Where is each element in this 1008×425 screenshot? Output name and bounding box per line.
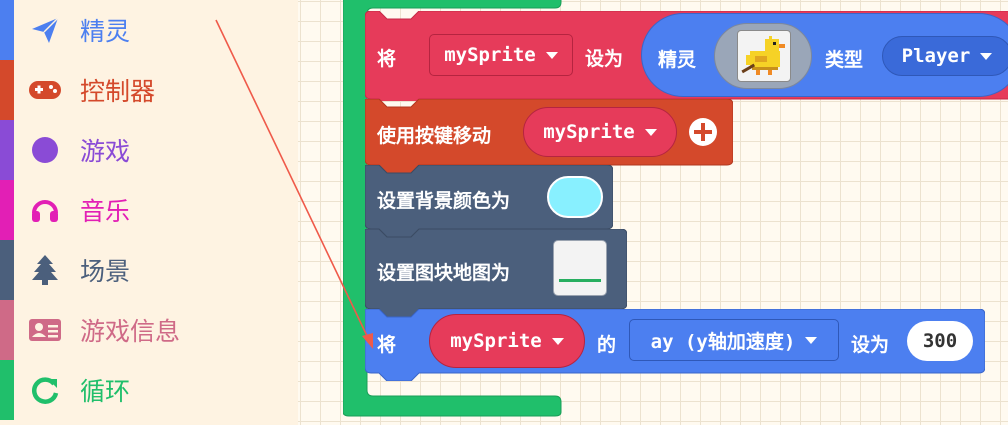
refresh-icon bbox=[28, 373, 62, 407]
category-color-stripe bbox=[0, 360, 14, 420]
variable-dropdown[interactable]: mySprite bbox=[429, 34, 573, 76]
workspace[interactable]: 将 mySprite 设为 精灵 类型 Player 使用按键移动 mySpri… bbox=[298, 0, 1008, 425]
category-color-stripe bbox=[0, 180, 14, 240]
value-text: 300 bbox=[922, 330, 958, 352]
chevron-down-icon bbox=[644, 128, 657, 136]
chevron-down-icon bbox=[551, 337, 564, 345]
chevron-down-icon bbox=[805, 336, 818, 344]
category-label: 控制器 bbox=[80, 77, 156, 106]
circle-icon bbox=[28, 133, 62, 167]
tilemap-picker[interactable] bbox=[553, 240, 607, 296]
property-dropdown[interactable]: ay (y轴加速度) bbox=[629, 319, 839, 361]
tree-icon bbox=[28, 253, 62, 287]
category-label: 音乐 bbox=[80, 197, 131, 226]
set-to-label: 设为 bbox=[585, 48, 624, 70]
block-keyword: 将 bbox=[377, 334, 397, 356]
duck-sprite-image bbox=[737, 30, 791, 82]
kind-dropdown[interactable]: Player bbox=[882, 36, 1008, 76]
category-label: 精灵 bbox=[80, 17, 131, 46]
category-scene[interactable]: 场景 bbox=[0, 240, 298, 300]
category-label: 游戏 bbox=[80, 137, 131, 166]
toolbox: 精灵 控制器 游戏 音乐 场景 游戏信息 循环 bbox=[0, 0, 298, 425]
category-controller[interactable]: 控制器 bbox=[0, 60, 298, 120]
variable-dropdown[interactable]: mySprite bbox=[523, 107, 677, 157]
set-sprite-block[interactable]: 将 mySprite 设为 精灵 类型 Player bbox=[365, 11, 1008, 101]
expand-plus-icon[interactable] bbox=[687, 116, 719, 148]
category-color-stripe bbox=[0, 240, 14, 300]
category-color-stripe bbox=[0, 120, 14, 180]
category-music[interactable]: 音乐 bbox=[0, 180, 298, 240]
move-with-buttons-block[interactable]: 使用按键移动 mySprite bbox=[365, 99, 733, 173]
category-color-stripe bbox=[0, 0, 14, 60]
category-color-stripe bbox=[0, 300, 14, 360]
category-loops[interactable]: 循环 bbox=[0, 360, 298, 420]
category-color-stripe bbox=[0, 60, 14, 120]
id-card-icon bbox=[28, 313, 62, 347]
kind-value: Player bbox=[901, 45, 971, 67]
gamepad-icon bbox=[28, 73, 62, 107]
chevron-down-icon bbox=[545, 51, 558, 59]
set-sprite-property-block[interactable]: 将 mySprite 的 ay (y轴加速度) 设为 300 bbox=[365, 309, 985, 381]
tilemap-block-label: 设置图块地图为 bbox=[377, 262, 511, 284]
category-label: 场景 bbox=[80, 257, 131, 286]
paper-plane-icon bbox=[28, 13, 62, 47]
variable-name: mySprite bbox=[543, 121, 635, 143]
create-sprite-label: 精灵 bbox=[658, 49, 697, 71]
variable-name: mySprite bbox=[444, 44, 536, 66]
set-to-label: 设为 bbox=[851, 334, 890, 356]
category-label: 游戏信息 bbox=[80, 317, 181, 346]
variable-dropdown[interactable]: mySprite bbox=[429, 314, 585, 368]
category-sprites[interactable]: 精灵 bbox=[0, 0, 298, 60]
background-block-label: 设置背景颜色为 bbox=[377, 190, 511, 212]
move-block-label: 使用按键移动 bbox=[377, 125, 492, 147]
block-keyword: 将 bbox=[377, 48, 397, 70]
set-tilemap-block[interactable]: 设置图块地图为 bbox=[365, 229, 627, 317]
category-label: 循环 bbox=[80, 377, 131, 406]
create-sprite-block[interactable]: 精灵 类型 Player bbox=[641, 13, 1008, 97]
category-info[interactable]: 游戏信息 bbox=[0, 300, 298, 360]
color-swatch[interactable] bbox=[547, 176, 603, 218]
chevron-down-icon bbox=[980, 52, 993, 60]
category-game[interactable]: 游戏 bbox=[0, 120, 298, 180]
value-input[interactable]: 300 bbox=[907, 321, 973, 361]
of-label: 的 bbox=[597, 334, 617, 356]
set-background-color-block[interactable]: 设置背景颜色为 bbox=[365, 165, 613, 237]
headphones-icon bbox=[28, 193, 62, 227]
image-picker[interactable] bbox=[714, 23, 812, 89]
variable-name: mySprite bbox=[450, 330, 542, 352]
kind-label: 类型 bbox=[825, 49, 864, 71]
property-name: ay (y轴加速度) bbox=[650, 330, 796, 353]
tilemap-preview bbox=[559, 279, 601, 282]
